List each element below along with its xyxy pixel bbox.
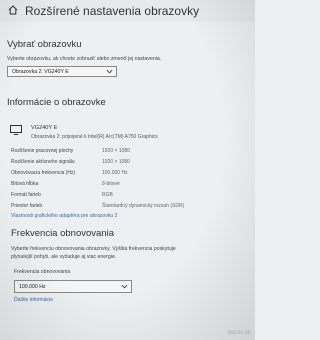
display-select-dropdown[interactable]: Obrazovka 2: VG240Y E: [7, 66, 117, 77]
chevron-down-icon: [106, 69, 113, 74]
prop-label-bit-depth: Bitová hĺbka: [11, 181, 39, 187]
chevron-down-icon: [121, 284, 128, 289]
monitor-connection: Obrazovka 2: pripojené k Intel(R) Arc(TM…: [31, 134, 158, 140]
prop-label-refresh-rate: Obnovovacia frekvencia (Hz): [11, 170, 76, 176]
prop-value-color-format: RGB: [102, 192, 113, 198]
refresh-rate-field-label: Frekvencia obnovovania: [14, 269, 71, 275]
display-select-value: Obrazovka 2: VG240Y E: [12, 69, 69, 75]
refresh-rate-heading: Frekvencia obnovovania: [11, 228, 114, 239]
title-bar: Rozšírené nastavenia obrazovky: [0, 0, 255, 22]
home-icon[interactable]: [8, 5, 18, 15]
select-display-description: Vyberte obrazovku, ak chcete zobraziť al…: [7, 56, 162, 62]
monitor-name: VG240Y E: [31, 125, 58, 131]
refresh-rate-dropdown[interactable]: 100.000 Hz: [14, 280, 132, 293]
prop-value-refresh-rate: 100.000 Hz: [102, 170, 128, 176]
refresh-rate-description-2: plynulejší pohyb, ale vyžaduje aj viac e…: [11, 254, 117, 260]
more-info-link[interactable]: Ďalšie informácie: [14, 297, 53, 303]
prop-value-color-space: Štandardný dynamický rozsah (SDR): [102, 203, 185, 209]
display-info-heading: Informácie o obrazovke: [7, 97, 106, 108]
prop-label-signal-resolution: Rozlíšenie aktívneho signálu: [11, 159, 75, 165]
page-title: Rozšírené nastavenia obrazovky: [25, 4, 200, 18]
watermark: bazos.sk: [227, 330, 251, 336]
monitor-icon: [10, 125, 22, 135]
refresh-rate-description-1: Vyberte frekvenciu obnovovania obrazovky…: [11, 246, 176, 252]
refresh-rate-value: 100.000 Hz: [19, 284, 46, 290]
adapter-properties-link[interactable]: Vlastnosti grafického adaptéra pre obraz…: [11, 213, 117, 219]
prop-value-desktop-resolution: 1920 × 1080: [102, 148, 130, 154]
prop-label-color-space: Priestor farieb: [11, 203, 43, 209]
prop-value-signal-resolution: 1920 × 1080: [102, 159, 130, 165]
prop-label-color-format: Formát farieb: [11, 192, 41, 198]
select-display-heading: Vybrať obrazovku: [7, 39, 82, 50]
prop-label-desktop-resolution: Rozlíšenie pracovnej plochy: [11, 148, 74, 154]
prop-value-bit-depth: 8-bitové: [102, 181, 120, 187]
